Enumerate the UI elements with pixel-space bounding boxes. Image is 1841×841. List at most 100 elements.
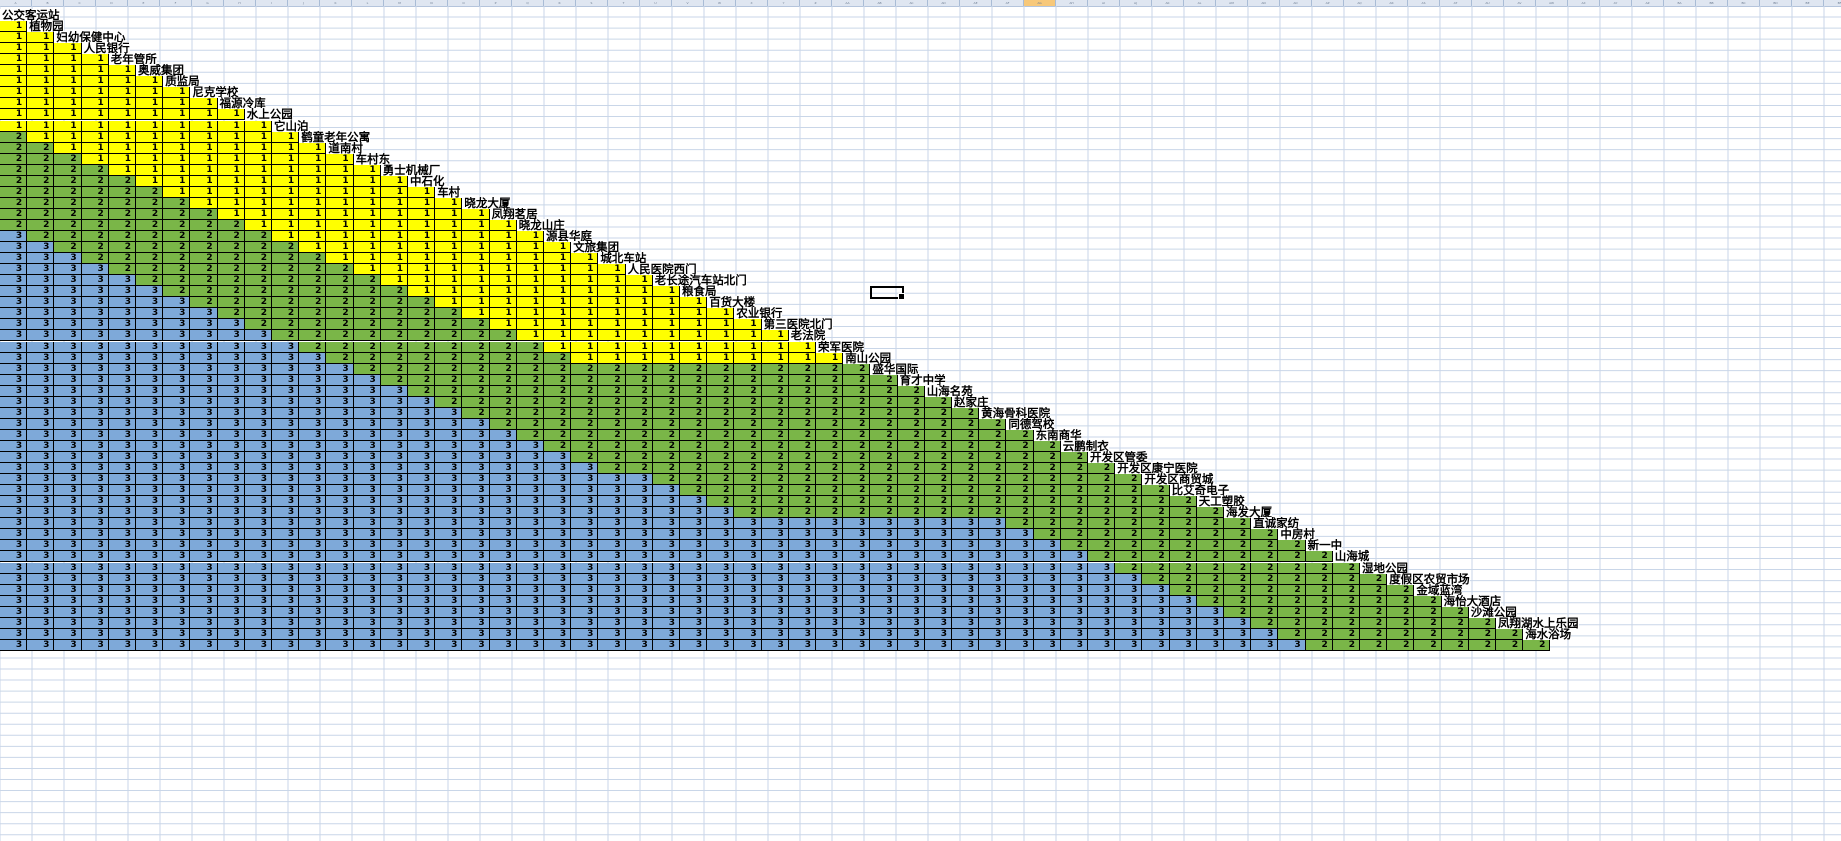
fare-cell[interactable]: 3 xyxy=(870,562,898,574)
fare-cell[interactable]: 3 xyxy=(489,573,517,585)
fare-cell[interactable]: 3 xyxy=(27,463,55,475)
fare-cell[interactable]: 3 xyxy=(1169,595,1197,607)
fare-cell[interactable]: 1 xyxy=(680,319,708,331)
fare-cell[interactable]: 2 xyxy=(707,452,735,464)
fare-cell[interactable]: 3 xyxy=(408,540,436,552)
fare-cell[interactable]: 1 xyxy=(598,297,626,309)
fare-cell[interactable]: 3 xyxy=(136,440,164,452)
fare-cell[interactable]: 2 xyxy=(1278,551,1306,563)
fare-cell[interactable]: 1 xyxy=(0,54,28,66)
fare-cell[interactable]: 3 xyxy=(435,584,463,596)
fare-cell[interactable]: 2 xyxy=(816,385,844,397)
fare-cell[interactable]: 3 xyxy=(190,363,218,375)
fare-cell[interactable]: 1 xyxy=(680,341,708,353)
fare-cell[interactable]: 1 xyxy=(625,286,653,298)
fare-cell[interactable]: 3 xyxy=(326,496,354,508)
fare-cell[interactable]: 3 xyxy=(380,463,408,475)
fare-cell[interactable]: 2 xyxy=(1414,617,1442,629)
fare-cell[interactable]: 2 xyxy=(707,385,735,397)
fare-cell[interactable]: 2 xyxy=(979,418,1007,430)
fare-cell[interactable]: 2 xyxy=(1360,584,1388,596)
fare-cell[interactable]: 3 xyxy=(108,573,136,585)
fare-cell[interactable]: 2 xyxy=(1033,496,1061,508)
fare-cell[interactable]: 3 xyxy=(761,562,789,574)
fare-cell[interactable]: 3 xyxy=(625,474,653,486)
fare-cell[interactable]: 3 xyxy=(27,429,55,441)
fare-cell[interactable]: 3 xyxy=(163,385,191,397)
fare-cell[interactable]: 2 xyxy=(652,440,680,452)
fare-cell[interactable]: 3 xyxy=(462,540,490,552)
fare-cell[interactable]: 3 xyxy=(108,352,136,364)
fare-cell[interactable]: 1 xyxy=(489,264,517,276)
fare-cell[interactable]: 1 xyxy=(217,197,245,209)
fare-cell[interactable]: 3 xyxy=(897,551,925,563)
fare-cell[interactable]: 2 xyxy=(897,463,925,475)
fare-cell[interactable]: 2 xyxy=(761,407,789,419)
fare-cell[interactable]: 3 xyxy=(1278,639,1306,651)
fare-cell[interactable]: 2 xyxy=(380,297,408,309)
fare-cell[interactable]: 3 xyxy=(652,540,680,552)
fare-cell[interactable]: 1 xyxy=(299,164,327,176)
fare-cell[interactable]: 3 xyxy=(761,628,789,640)
fare-cell[interactable]: 3 xyxy=(571,485,599,497)
fare-cell[interactable]: 3 xyxy=(734,628,762,640)
fare-cell[interactable]: 3 xyxy=(353,418,381,430)
fare-cell[interactable]: 1 xyxy=(571,286,599,298)
fare-cell[interactable]: 3 xyxy=(544,529,572,541)
fare-cell[interactable]: 1 xyxy=(625,275,653,287)
fare-cell[interactable]: 2 xyxy=(1060,518,1088,530)
fare-cell[interactable]: 2 xyxy=(163,231,191,243)
fare-cell[interactable]: 2 xyxy=(1251,573,1279,585)
fare-cell[interactable]: 3 xyxy=(299,374,327,386)
fare-cell[interactable]: 3 xyxy=(516,507,544,519)
fare-cell[interactable]: 1 xyxy=(244,120,272,132)
fare-cell[interactable]: 2 xyxy=(190,275,218,287)
fare-cell[interactable]: 3 xyxy=(462,518,490,530)
fare-cell[interactable]: 2 xyxy=(544,407,572,419)
fare-cell[interactable]: 2 xyxy=(707,363,735,375)
fare-cell[interactable]: 2 xyxy=(571,407,599,419)
fare-cell[interactable]: 2 xyxy=(1196,573,1224,585)
fare-cell[interactable]: 3 xyxy=(571,496,599,508)
fare-cell[interactable]: 3 xyxy=(680,573,708,585)
fare-cell[interactable]: 3 xyxy=(652,639,680,651)
fare-cell[interactable]: 3 xyxy=(1060,551,1088,563)
fare-cell[interactable]: 3 xyxy=(54,452,82,464)
fare-cell[interactable]: 1 xyxy=(544,253,572,265)
fare-cell[interactable]: 1 xyxy=(54,76,82,88)
fare-cell[interactable]: 3 xyxy=(108,617,136,629)
fare-cell[interactable]: 2 xyxy=(897,385,925,397)
fare-cell[interactable]: 3 xyxy=(353,584,381,596)
fare-cell[interactable]: 3 xyxy=(734,551,762,563)
fare-cell[interactable]: 3 xyxy=(163,440,191,452)
stop-name-label[interactable]: 车村 xyxy=(435,185,461,198)
fare-cell[interactable]: 3 xyxy=(353,628,381,640)
fare-cell[interactable]: 1 xyxy=(299,231,327,243)
fare-cell[interactable]: 3 xyxy=(81,297,109,309)
fare-cell[interactable]: 2 xyxy=(435,341,463,353)
fare-cell[interactable]: 3 xyxy=(244,407,272,419)
fare-cell[interactable]: 2 xyxy=(816,485,844,497)
fare-cell[interactable]: 3 xyxy=(163,352,191,364)
fare-cell[interactable]: 3 xyxy=(27,507,55,519)
fare-cell[interactable]: 3 xyxy=(299,639,327,651)
fare-cell[interactable]: 1 xyxy=(380,242,408,254)
fare-cell[interactable]: 3 xyxy=(163,562,191,574)
fare-cell[interactable]: 3 xyxy=(1060,606,1088,618)
fare-cell[interactable]: 2 xyxy=(1060,485,1088,497)
fare-cell[interactable]: 3 xyxy=(136,363,164,375)
fare-cell[interactable]: 3 xyxy=(54,440,82,452)
fare-cell[interactable]: 1 xyxy=(163,164,191,176)
fare-cell[interactable]: 3 xyxy=(952,617,980,629)
fare-cell[interactable]: 3 xyxy=(1169,617,1197,629)
fare-cell[interactable]: 3 xyxy=(1196,639,1224,651)
fare-cell[interactable]: 3 xyxy=(0,573,28,585)
fare-cell[interactable]: 1 xyxy=(462,231,490,243)
fare-cell[interactable]: 1 xyxy=(380,219,408,231)
fare-cell[interactable]: 2 xyxy=(598,418,626,430)
fare-cell[interactable]: 3 xyxy=(217,595,245,607)
fare-cell[interactable]: 3 xyxy=(0,485,28,497)
fare-cell[interactable]: 2 xyxy=(979,440,1007,452)
fare-cell[interactable]: 2 xyxy=(163,253,191,265)
fare-cell[interactable]: 1 xyxy=(108,142,136,154)
